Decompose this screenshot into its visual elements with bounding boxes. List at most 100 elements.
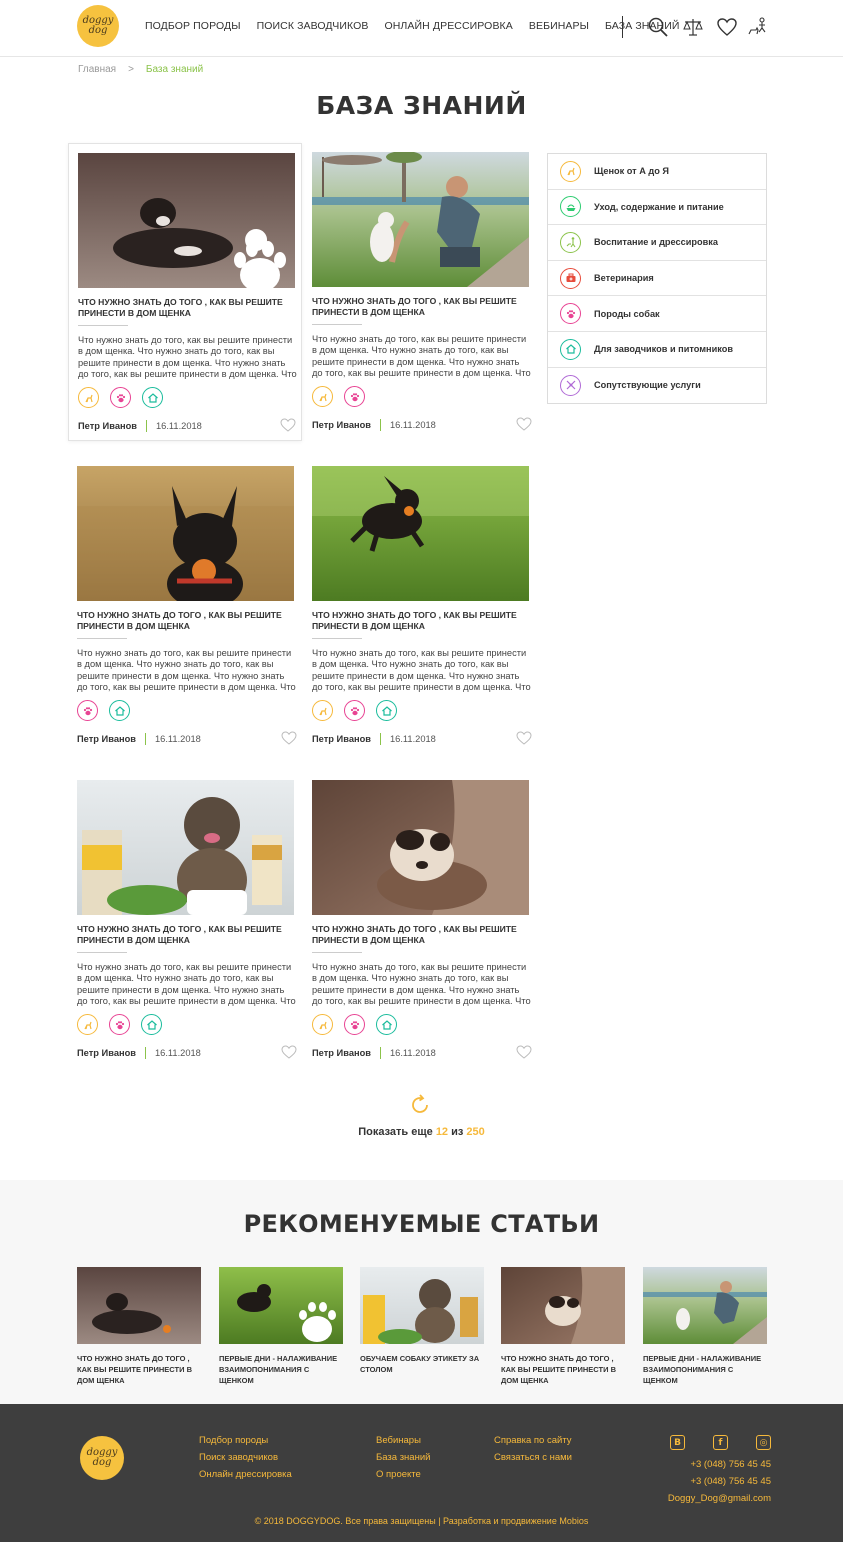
puppy-icon (560, 160, 581, 182)
reload-icon[interactable] (408, 1093, 432, 1117)
article-card[interactable]: ЧТО НУЖНО ЗНАТЬ ДО ТОГО , КАК ВЫ РЕШИТЕ … (303, 143, 537, 441)
sidebar-item-breeders[interactable]: Для заводчиков и питомников (548, 332, 766, 368)
article-image[interactable] (77, 466, 294, 601)
show-more-button[interactable]: Показать еще 12 из 250 (0, 1126, 843, 1138)
main-nav: ПОДБОР ПОРОДЫ ПОИСК ЗАВОДЧИКОВ ОНЛАЙН ДР… (145, 20, 696, 32)
favorite-heart-icon[interactable] (516, 1045, 532, 1059)
vk-icon[interactable]: B (670, 1435, 685, 1450)
recommended-image[interactable] (501, 1267, 625, 1344)
article-card[interactable]: ЧТО НУЖНО ЗНАТЬ ДО ТОГО , КАК ВЫ РЕШИТЕ … (68, 143, 302, 441)
article-title[interactable]: ЧТО НУЖНО ЗНАТЬ ДО ТОГО , КАК ВЫ РЕШИТЕ … (77, 610, 287, 632)
sidebar-item-care[interactable]: Уход, содержание и питание (548, 190, 766, 226)
recommended-item-title: ЧТО НУЖНО ЗНАТЬ ДО ТОГО , КАК ВЫ РЕШИТЕ … (501, 1354, 617, 1385)
footer-link-help[interactable]: Справка по сайту (494, 1432, 572, 1449)
footer-phone[interactable]: +3 (048) 756 45 45 (668, 1473, 771, 1490)
footer-email[interactable]: Doggy_Dog@gmail.com (668, 1490, 771, 1507)
article-meta: Петр Иванов 16.11.2018 (77, 1047, 201, 1059)
sidebar-item-veterinary[interactable]: Ветеринария (548, 261, 766, 297)
recommended-item[interactable]: ПЕРВЫЕ ДНИ - НАЛАЖИВАНИЕ ВЗАИМОПОНИМАНИЯ… (219, 1267, 343, 1386)
favorite-heart-icon[interactable] (516, 417, 532, 431)
article-card[interactable]: ЧТО НУЖНО ЗНАТЬ ДО ТОГО , КАК ВЫ РЕШИТЕ … (303, 771, 537, 1069)
paw-icon[interactable] (344, 700, 365, 721)
footer-link-about[interactable]: О проекте (376, 1466, 430, 1483)
article-author[interactable]: Петр Иванов (312, 420, 371, 430)
house-icon[interactable] (109, 700, 130, 721)
facebook-icon[interactable]: f (713, 1435, 728, 1450)
article-card[interactable]: ЧТО НУЖНО ЗНАТЬ ДО ТОГО , КАК ВЫ РЕШИТЕ … (68, 457, 302, 755)
article-card[interactable]: ЧТО НУЖНО ЗНАТЬ ДО ТОГО , КАК ВЫ РЕШИТЕ … (68, 771, 302, 1069)
sidebar-item-breeds[interactable]: Породы собак (548, 296, 766, 332)
nav-webinars[interactable]: ВЕБИНАРЫ (529, 20, 589, 32)
site-logo[interactable]: doggy dog (77, 5, 119, 47)
article-title[interactable]: ЧТО НУЖНО ЗНАТЬ ДО ТОГО , КАК ВЫ РЕШИТЕ … (78, 297, 288, 319)
puppy-icon[interactable] (312, 386, 333, 407)
category-sidebar: Щенок от А до Я Уход, содержание и питан… (547, 153, 767, 405)
meta-separator (145, 733, 146, 745)
paw-icon[interactable] (344, 1014, 365, 1035)
house-icon[interactable] (142, 387, 163, 408)
article-author[interactable]: Петр Иванов (77, 1048, 136, 1058)
puppy-icon[interactable] (77, 1014, 98, 1035)
article-author[interactable]: Петр Иванов (312, 1048, 371, 1058)
sidebar-item-label: Сопутствующие услуги (594, 380, 701, 391)
recommended-item[interactable]: ПЕРВЫЕ ДНИ - НАЛАЖИВАНИЕ ВЗАИМОПОНИМАНИЯ… (643, 1267, 767, 1386)
favorite-heart-icon[interactable] (516, 731, 532, 745)
puppy-icon[interactable] (312, 1014, 333, 1035)
article-image[interactable] (312, 152, 529, 287)
article-title[interactable]: ЧТО НУЖНО ЗНАТЬ ДО ТОГО , КАК ВЫ РЕШИТЕ … (312, 610, 522, 632)
sidebar-item-training[interactable]: Воспитание и дрессировка (548, 225, 766, 261)
paw-icon[interactable] (77, 700, 98, 721)
heart-icon[interactable] (716, 16, 738, 38)
breadcrumb-home[interactable]: Главная (78, 64, 116, 75)
article-image[interactable] (312, 466, 529, 601)
article-image[interactable] (78, 153, 295, 288)
article-title[interactable]: ЧТО НУЖНО ЗНАТЬ ДО ТОГО , КАК ВЫ РЕШИТЕ … (312, 924, 522, 946)
paw-icon[interactable] (110, 387, 131, 408)
article-image[interactable] (312, 780, 529, 915)
puppy-icon[interactable] (78, 387, 99, 408)
footer-link-knowledge-base[interactable]: База знаний (376, 1449, 430, 1466)
show-more-total: 250 (466, 1126, 485, 1138)
favorite-heart-icon[interactable] (281, 1045, 297, 1059)
footer-link-contact[interactable]: Связаться с нами (494, 1449, 572, 1466)
article-meta: Петр Иванов 16.11.2018 (312, 733, 436, 745)
recommended-image[interactable] (77, 1267, 201, 1344)
article-author[interactable]: Петр Иванов (77, 734, 136, 744)
footer-link-breed-selection[interactable]: Подбор породы (199, 1432, 292, 1449)
instagram-icon[interactable]: ◎ (756, 1435, 771, 1450)
recommended-image[interactable] (219, 1267, 343, 1344)
favorite-heart-icon[interactable] (280, 418, 296, 432)
nav-breeder-search[interactable]: ПОИСК ЗАВОДЧИКОВ (257, 20, 369, 32)
article-card[interactable]: ЧТО НУЖНО ЗНАТЬ ДО ТОГО , КАК ВЫ РЕШИТЕ … (303, 457, 537, 755)
recommended-image[interactable] (360, 1267, 484, 1345)
house-icon[interactable] (141, 1014, 162, 1035)
favorite-heart-icon[interactable] (281, 731, 297, 745)
article-image[interactable] (77, 780, 294, 915)
house-icon[interactable] (376, 1014, 397, 1035)
search-icon[interactable] (647, 16, 669, 38)
article-title[interactable]: ЧТО НУЖНО ЗНАТЬ ДО ТОГО , КАК ВЫ РЕШИТЕ … (77, 924, 287, 946)
house-icon[interactable] (376, 700, 397, 721)
scales-icon[interactable] (682, 16, 704, 38)
nav-online-training[interactable]: ОНЛАЙН ДРЕССИРОВКА (384, 20, 512, 32)
meta-separator (146, 420, 147, 432)
footer-link-webinars[interactable]: Вебинары (376, 1432, 430, 1449)
article-author[interactable]: Петр Иванов (78, 421, 137, 431)
paw-icon[interactable] (344, 386, 365, 407)
recommended-item[interactable]: ЧТО НУЖНО ЗНАТЬ ДО ТОГО , КАК ВЫ РЕШИТЕ … (77, 1267, 201, 1386)
dog-training-icon[interactable] (747, 16, 769, 38)
recommended-item[interactable]: ЧТО НУЖНО ЗНАТЬ ДО ТОГО , КАК ВЫ РЕШИТЕ … (501, 1267, 625, 1386)
paw-icon[interactable] (109, 1014, 130, 1035)
article-author[interactable]: Петр Иванов (312, 734, 371, 744)
recommended-image[interactable] (643, 1267, 767, 1344)
article-title[interactable]: ЧТО НУЖНО ЗНАТЬ ДО ТОГО , КАК ВЫ РЕШИТЕ … (312, 296, 522, 318)
footer-logo[interactable]: doggy dog (80, 1436, 124, 1480)
puppy-icon[interactable] (312, 700, 333, 721)
sidebar-item-puppy-a-z[interactable]: Щенок от А до Я (548, 154, 766, 190)
recommended-item[interactable]: ОБУЧАЕМ СОБАКУ ЭТИКЕТУ ЗА СТОЛОМ (360, 1267, 484, 1375)
nav-breed-selection[interactable]: ПОДБОР ПОРОДЫ (145, 20, 241, 32)
footer-phone[interactable]: +3 (048) 756 45 45 (668, 1456, 771, 1473)
footer-link-online-training[interactable]: Онлайн дрессировка (199, 1466, 292, 1483)
footer-link-breeder-search[interactable]: Поиск заводчиков (199, 1449, 292, 1466)
sidebar-item-services[interactable]: Сопутствующие услуги (548, 368, 766, 404)
